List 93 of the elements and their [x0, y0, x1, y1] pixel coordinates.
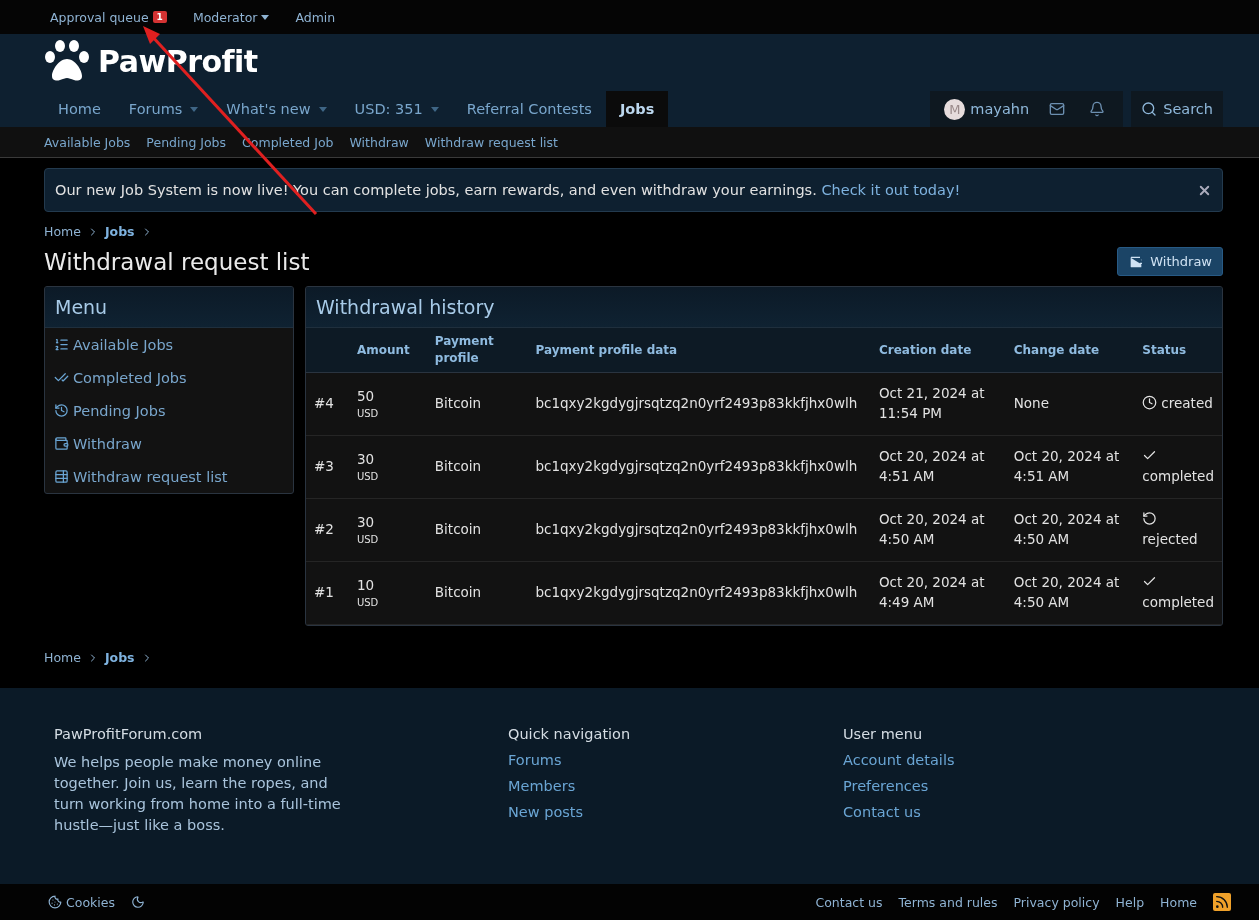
breadcrumb-link[interactable]: Jobs	[104, 224, 135, 239]
menu-item[interactable]: Withdraw	[45, 427, 293, 460]
table-icon	[54, 469, 69, 484]
page-title: Withdrawal request list	[44, 248, 310, 275]
table-cell: bc1qxy2kgdygjrsqtzq2n0yrf2493p83kkfjhx0wlh	[527, 561, 871, 625]
footer-title: Quick navigation	[508, 726, 632, 742]
cookies-link[interactable]: Cookies	[48, 894, 115, 910]
amount-cell: 50 USD	[348, 372, 427, 436]
table-cell: Oct 20, 2024 at 4:51 AM	[870, 435, 1006, 499]
table-cell: bc1qxy2kgdygjrsqtzq2n0yrf2493p83kkfjhx0wlh	[527, 435, 871, 499]
paw-logo-icon	[44, 40, 90, 82]
avatar: M	[944, 98, 966, 120]
footer-link[interactable]: Contact us	[815, 894, 883, 910]
column-header: Payment profile	[426, 328, 528, 373]
column-header: Status	[1134, 328, 1222, 373]
table-cell: Oct 20, 2024 at 4:50 AM	[870, 498, 1006, 562]
rss-icon[interactable]	[1213, 893, 1231, 911]
search-button[interactable]: Search	[1131, 91, 1223, 127]
breadcrumb-link[interactable]: Jobs	[104, 650, 135, 665]
table-cell: #1	[306, 561, 349, 625]
bell-icon[interactable]	[1089, 101, 1106, 117]
status-cell: completed	[1134, 561, 1222, 625]
table-cell: Bitcoin	[426, 498, 528, 562]
footer-link[interactable]: Preferences	[843, 778, 1143, 794]
amount-cell: 30 USD	[348, 498, 427, 562]
nav-tab[interactable]: Forums	[114, 91, 213, 127]
subnav-link[interactable]: Withdraw	[349, 134, 409, 150]
nav-tab[interactable]: Home	[44, 91, 115, 127]
table-cell: Oct 21, 2024 at 11:54 PM	[870, 372, 1006, 436]
subnav-link[interactable]: Available Jobs	[44, 134, 131, 150]
column-header: Amount	[348, 328, 427, 373]
user-link[interactable]: M mayahn	[938, 98, 1036, 120]
amount-cell: 10 USD	[348, 561, 427, 625]
nav-tab[interactable]: Jobs	[605, 91, 669, 127]
table-cell: Bitcoin	[426, 435, 528, 499]
column-header: Payment profile data	[527, 328, 871, 373]
menu-item[interactable]: Completed Jobs	[45, 361, 293, 394]
footer-about: We helps people make money online together. Join us, learn the ropes, and turn working from home into a full-time hustle—just like a boss.	[54, 753, 342, 835]
table-cell: Oct 20, 2024 at 4:50 AM	[1005, 561, 1135, 625]
wallet-icon	[1128, 253, 1145, 270]
cookie-icon	[48, 895, 62, 909]
footer-link[interactable]: Help	[1115, 894, 1145, 910]
history-icon	[54, 403, 69, 418]
footer-link[interactable]: Members	[508, 778, 843, 794]
footer-link[interactable]: Contact us	[843, 804, 1143, 820]
breadcrumb-link[interactable]: Home	[44, 650, 81, 665]
breadcrumb-link[interactable]: Home	[44, 224, 81, 239]
footer-link[interactable]: Forums	[508, 752, 843, 768]
envelope-icon[interactable]	[1049, 101, 1066, 117]
table-cell: None	[1005, 372, 1135, 436]
table-cell: bc1qxy2kgdygjrsqtzq2n0yrf2493p83kkfjhx0wlh	[527, 372, 871, 436]
panel-title: Menu	[45, 287, 293, 328]
count-badge: 1	[152, 11, 167, 23]
table-cell: Oct 20, 2024 at 4:51 AM	[1005, 435, 1135, 499]
nav-tab[interactable]: What's new	[212, 91, 341, 127]
status-cell: created	[1134, 372, 1222, 436]
footer-link[interactable]: New posts	[508, 804, 843, 820]
menu-item[interactable]: Withdraw request list	[45, 460, 293, 493]
nav-tab[interactable]: Referral Contests	[452, 91, 606, 127]
subnav-link[interactable]: Pending Jobs	[146, 134, 227, 150]
staff-link[interactable]: Admin	[295, 9, 336, 25]
status-cell: rejected	[1134, 498, 1222, 562]
table-cell: bc1qxy2kgdygjrsqtzq2n0yrf2493p83kkfjhx0wlh	[527, 498, 871, 562]
table-cell: #2	[306, 498, 349, 562]
table-cell: Bitcoin	[426, 372, 528, 436]
column-header: Change date	[1005, 328, 1135, 373]
subnav-link[interactable]: Withdraw request list	[424, 134, 558, 150]
table-cell: Oct 20, 2024 at 4:50 AM	[1005, 498, 1135, 562]
column-header: Creation date	[870, 328, 1006, 373]
search-icon	[1141, 101, 1158, 117]
table-cell: Oct 20, 2024 at 4:49 AM	[870, 561, 1006, 625]
menu-item[interactable]: Available Jobs	[45, 328, 293, 361]
nav-tab[interactable]: USD: 351	[340, 91, 453, 127]
table-cell: #3	[306, 435, 349, 499]
footer-link[interactable]: Terms and rules	[898, 894, 998, 910]
footer-title: PawProfitForum.com	[54, 726, 204, 742]
table-cell: #4	[306, 372, 349, 436]
moon-icon[interactable]	[130, 895, 145, 909]
panel-title: Withdrawal history	[306, 287, 1222, 328]
footer-link[interactable]: Home	[1160, 894, 1197, 910]
amount-cell: 30 USD	[348, 435, 427, 499]
menu-item[interactable]: Pending Jobs	[45, 394, 293, 427]
table-cell: Bitcoin	[426, 561, 528, 625]
staff-link[interactable]: Moderator	[192, 9, 270, 25]
list-icon	[54, 337, 69, 352]
footer-link[interactable]: Privacy policy	[1013, 894, 1100, 910]
status-cell: completed	[1134, 435, 1222, 499]
staff-link[interactable]: Approval queue 1	[50, 9, 167, 25]
footer-title: User menu	[843, 726, 924, 742]
withdraw-button[interactable]: Withdraw	[1117, 247, 1223, 276]
notice-link[interactable]: Check it out today!	[821, 182, 961, 198]
footer-link[interactable]: Account details	[843, 752, 1143, 768]
wallet-icon	[54, 436, 69, 451]
